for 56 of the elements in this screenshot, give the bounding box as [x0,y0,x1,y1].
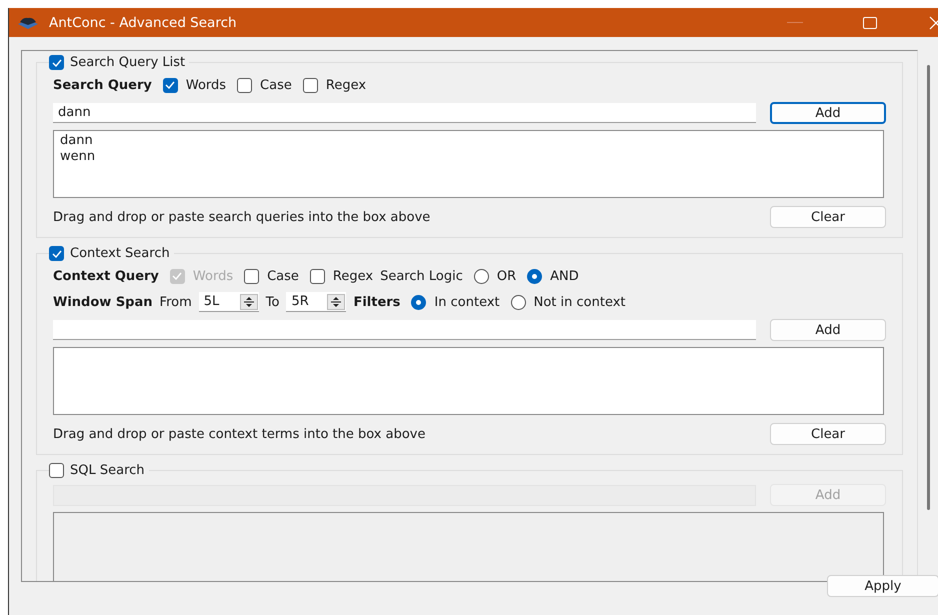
checkbox-label: Words [192,268,234,284]
list-box[interactable]: dann wenn [53,130,884,198]
radio-button[interactable] [510,294,526,310]
list-item[interactable]: wenn [60,149,877,165]
field-label: Window Span [53,294,153,310]
check-icon [172,272,182,280]
field-label: Context Query [53,268,159,284]
checkbox[interactable] [49,55,64,70]
radio-button[interactable] [474,268,489,284]
radio-label: Not in context [534,294,626,310]
field-label: Search Query [53,78,152,92]
checkbox-label: Words [186,78,226,92]
radio-label: In context [434,294,500,310]
checkbox[interactable] [49,246,64,261]
hint-text: Drag and drop or paste search queries into the box above [53,210,430,224]
spin-box[interactable]: 5R [286,292,346,312]
list-box[interactable] [53,347,884,415]
add-button[interactable]: Add [770,102,886,124]
field-label: Search Logic [380,268,463,284]
check-icon [52,58,62,66]
field-label: Filters [353,294,400,310]
field-label: To [266,294,280,310]
checkbox-label: Regex [326,78,366,92]
checkbox[interactable] [244,268,260,284]
list-item[interactable]: dann [60,133,877,149]
check-icon [52,250,62,258]
app-icon [17,16,39,30]
checkbox[interactable] [49,463,64,478]
checkbox[interactable] [237,78,252,92]
spin-box[interactable]: 5L [198,292,259,312]
checkbox-label: Regex [332,268,374,284]
checkbox[interactable] [310,268,325,284]
radio-label: AND [550,268,579,284]
radio-button[interactable] [411,294,426,310]
radio-button[interactable] [527,268,542,284]
field-label: From [160,294,192,310]
checkbox[interactable] [162,78,178,92]
spin-arrows-icon[interactable] [240,294,258,310]
check-icon [165,81,176,89]
clear-button[interactable]: Clear [770,206,886,228]
maximize-icon[interactable] [863,16,877,28]
window-title: AntConc - Advanced Search [49,14,237,30]
checkbox-label: Case [260,78,292,92]
add-button[interactable]: Add [770,319,886,341]
radio-label: OR [496,268,516,284]
input-field[interactable]: dann [53,103,756,123]
checkbox-label: Search Query List [70,55,186,70]
hint-text: Drag and drop or paste context terms into the box above [53,426,426,442]
checkbox-label: SQL Search [70,463,145,478]
checkbox[interactable] [302,78,318,92]
checkbox-label: Case [267,268,299,284]
clear-button[interactable]: Clear [770,423,886,445]
input-field[interactable] [53,320,756,340]
apply-button[interactable]: Apply [827,575,938,597]
checkbox-label: Context Search [70,246,170,261]
spin-arrows-icon[interactable] [327,294,346,310]
